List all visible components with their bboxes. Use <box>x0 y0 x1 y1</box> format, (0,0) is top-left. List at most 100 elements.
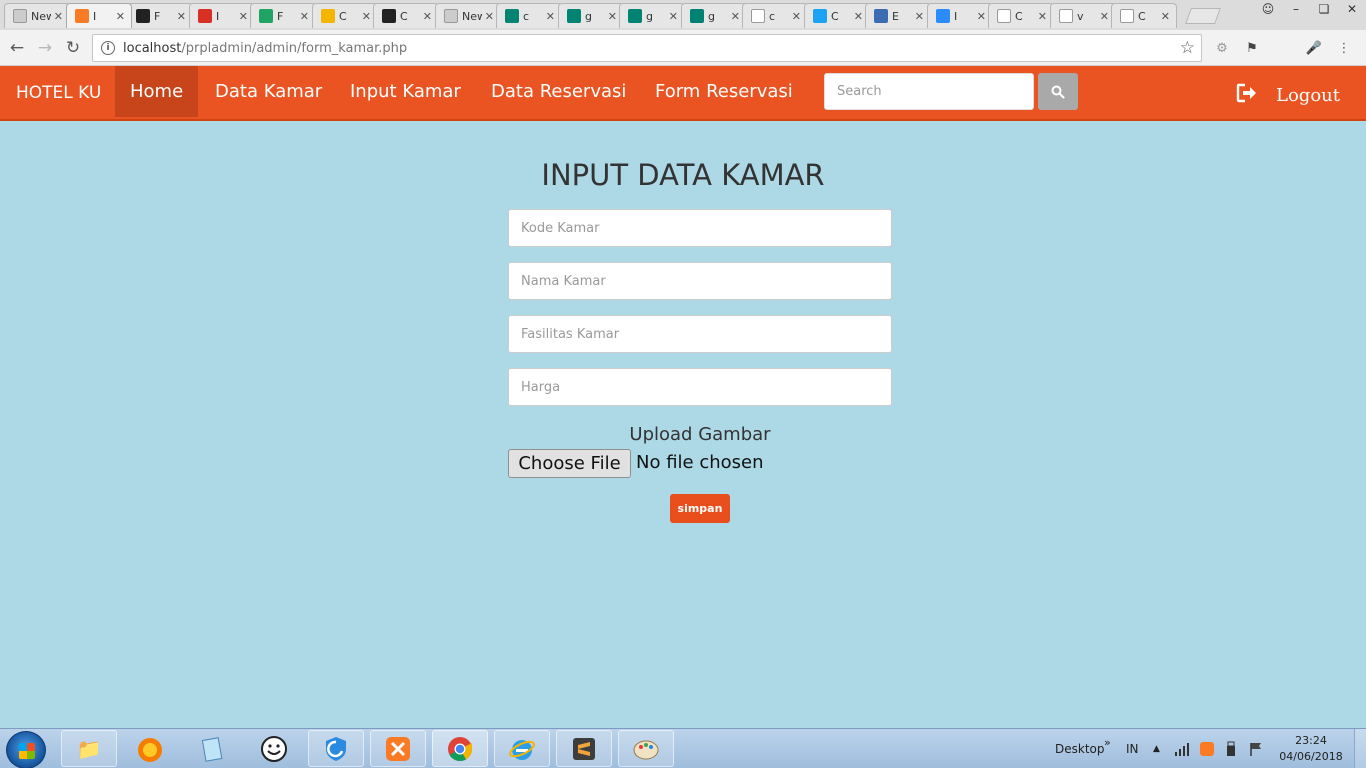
browser-tab[interactable]: v ✕ <box>1050 3 1116 28</box>
reload-button[interactable]: ↻ <box>62 37 84 59</box>
browser-tab[interactable]: I ✕ <box>66 3 132 28</box>
harga-input[interactable] <box>508 368 892 406</box>
close-tab-icon[interactable]: ✕ <box>546 10 555 23</box>
browser-tab[interactable]: F ✕ <box>250 3 316 28</box>
close-tab-icon[interactable]: ✕ <box>1161 10 1170 23</box>
address-bar[interactable]: i localhost/prpladmin/admin/form_kamar.p… <box>92 34 1202 62</box>
fasilitas-kamar-input[interactable] <box>508 315 892 353</box>
nav-link-input-kamar[interactable]: Input Kamar <box>335 66 476 117</box>
nav-link-data-reservasi[interactable]: Data Reservasi <box>476 66 641 117</box>
show-desktop-button[interactable] <box>1354 729 1366 768</box>
close-tab-icon[interactable]: ✕ <box>300 10 309 23</box>
browser-tab[interactable]: I ✕ <box>189 3 255 28</box>
restore-button[interactable]: ❏ <box>1310 0 1338 18</box>
browser-tab[interactable]: C ✕ <box>804 3 870 28</box>
close-tab-icon[interactable]: ✕ <box>854 10 863 23</box>
browser-tab[interactable]: g ✕ <box>619 3 685 28</box>
browser-tab[interactable]: E ✕ <box>865 3 931 28</box>
close-tab-icon[interactable]: ✕ <box>731 10 740 23</box>
bing-icon <box>505 9 519 23</box>
close-window-button[interactable]: ✕ <box>1338 0 1366 18</box>
forward-button[interactable]: → <box>34 37 56 59</box>
browser-tab[interactable]: c ✕ <box>496 3 562 28</box>
window-controls: ☺ – ❏ ✕ <box>1254 0 1366 18</box>
minimize-button[interactable]: – <box>1282 0 1310 18</box>
xampp-icon[interactable] <box>370 730 426 767</box>
smiley-icon[interactable] <box>246 730 302 767</box>
bookmark-star-icon[interactable]: ☆ <box>1180 38 1195 58</box>
nav-link-home[interactable]: Home <box>115 66 199 117</box>
close-tab-icon[interactable]: ✕ <box>485 10 494 23</box>
search-input[interactable] <box>824 73 1034 110</box>
network-icon[interactable] <box>1174 729 1190 768</box>
browser-tab[interactable]: C ✕ <box>1111 3 1177 28</box>
kode-kamar-input[interactable] <box>508 209 892 247</box>
nav-link-data-kamar[interactable]: Data Kamar <box>200 66 337 117</box>
site-navbar: HOTEL KU Home Data Kamar Input Kamar Dat… <box>0 66 1366 121</box>
language-indicator[interactable]: IN <box>1126 729 1139 768</box>
start-button[interactable] <box>6 731 46 768</box>
close-tab-icon[interactable]: ✕ <box>239 10 248 23</box>
expand-chevron-icon[interactable]: » <box>1104 722 1111 762</box>
microphone-icon[interactable]: 🎤 <box>1304 38 1324 58</box>
notepad-icon[interactable] <box>184 730 240 767</box>
browser-tab[interactable]: New ✕ <box>4 3 70 28</box>
close-tab-icon[interactable]: ✕ <box>977 10 986 23</box>
tab-title: g <box>646 9 653 23</box>
close-tab-icon[interactable]: ✕ <box>116 10 125 23</box>
close-tab-icon[interactable]: ✕ <box>1100 10 1109 23</box>
close-tab-icon[interactable]: ✕ <box>1038 10 1047 23</box>
file-explorer-icon[interactable]: 📁 <box>61 730 117 767</box>
xampp-tray-icon[interactable] <box>1200 729 1214 768</box>
browser-tab[interactable]: C ✕ <box>312 3 378 28</box>
close-tab-icon[interactable]: ✕ <box>54 10 63 23</box>
tab-title: C <box>400 9 408 23</box>
system-clock[interactable]: 23:24 04/06/2018 <box>1276 733 1346 765</box>
browser-tab[interactable]: C ✕ <box>988 3 1054 28</box>
back-button[interactable]: ← <box>6 37 28 59</box>
browser-tab[interactable]: New ✕ <box>435 3 501 28</box>
action-center-flag-icon[interactable] <box>1248 729 1264 768</box>
close-tab-icon[interactable]: ✕ <box>423 10 432 23</box>
close-tab-icon[interactable]: ✕ <box>792 10 801 23</box>
ie-icon[interactable] <box>494 730 550 767</box>
browser-tab[interactable]: I ✕ <box>927 3 993 28</box>
upload-label: Upload Gambar <box>629 424 771 445</box>
choose-file-button[interactable]: Choose File <box>508 449 631 478</box>
chrome-icon[interactable] <box>432 730 488 767</box>
browser-tab[interactable]: g ✕ <box>558 3 624 28</box>
new-tab-button[interactable] <box>1185 8 1221 24</box>
nama-kamar-input[interactable] <box>508 262 892 300</box>
classroom-icon <box>321 9 335 23</box>
logout-button[interactable]: Logout <box>1236 66 1340 119</box>
logout-icon <box>1236 83 1256 102</box>
extension-icon[interactable]: ⚙ <box>1212 38 1232 58</box>
bing-icon <box>690 9 704 23</box>
xampp-icon <box>75 9 89 23</box>
nav-link-form-reservasi[interactable]: Form Reservasi <box>640 66 808 117</box>
close-tab-icon[interactable]: ✕ <box>915 10 924 23</box>
usb-icon[interactable] <box>1224 729 1238 768</box>
firefox-icon[interactable] <box>122 730 178 767</box>
close-tab-icon[interactable]: ✕ <box>362 10 371 23</box>
search-button[interactable] <box>1038 73 1078 110</box>
browser-tab[interactable]: c ✕ <box>742 3 808 28</box>
user-icon[interactable]: ☺ <box>1254 0 1282 18</box>
close-tab-icon[interactable]: ✕ <box>669 10 678 23</box>
sublime-icon[interactable] <box>556 730 612 767</box>
shield-icon[interactable] <box>308 730 364 767</box>
close-tab-icon[interactable]: ✕ <box>177 10 186 23</box>
paint-icon[interactable] <box>618 730 674 767</box>
browser-tab[interactable]: C ✕ <box>373 3 439 28</box>
simpan-button[interactable]: simpan <box>670 494 730 523</box>
close-tab-icon[interactable]: ✕ <box>608 10 617 23</box>
extension-flag-icon[interactable]: ⚑ <box>1242 38 1262 58</box>
browser-tab[interactable]: F ✕ <box>127 3 193 28</box>
desktop-toolbar[interactable]: Desktop <box>1055 729 1105 768</box>
show-hidden-icons[interactable]: ▲ <box>1153 729 1160 768</box>
menu-icon[interactable]: ⋮ <box>1334 38 1354 58</box>
brand-logo[interactable]: HOTEL KU <box>16 66 101 119</box>
browser-tab[interactable]: g ✕ <box>681 3 747 28</box>
info-icon[interactable]: i <box>101 41 115 55</box>
github-icon <box>382 9 396 23</box>
